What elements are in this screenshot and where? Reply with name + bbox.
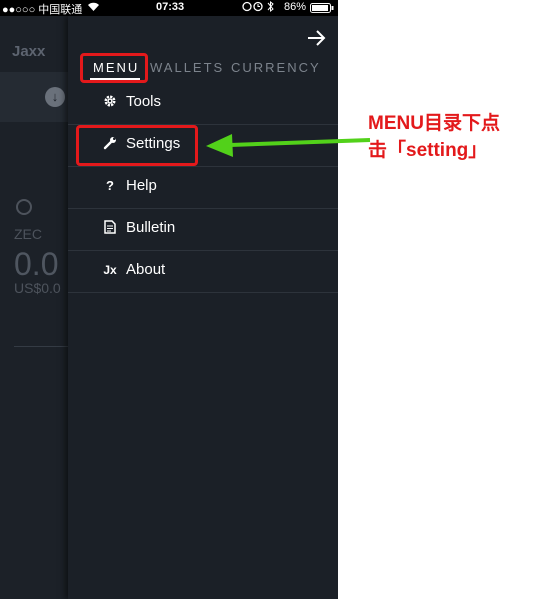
menu-item-tools[interactable]: Tools [68,82,338,125]
menu-item-label: Help [126,177,157,194]
tab-currency[interactable]: CURRENCY [231,60,321,75]
divider [14,346,68,347]
annotation-line-1: MENU目录下点 [368,113,500,134]
wifi-icon [87,1,100,15]
settings-highlight-box [76,125,198,166]
app-logo: Jaxx [12,43,46,60]
status-icons [242,0,278,15]
menu-item-label: About [126,261,166,278]
battery-icon [310,3,334,16]
question-icon: ? [106,178,114,193]
annotation-arrow-icon [206,134,371,157]
status-time: 07:33 [156,1,185,13]
phone-screen: ●●○○○ 中国联通 07:33 86% Jaxx ↓ ZEC 0.0 US$0… [0,0,338,599]
tab-wallets[interactable]: WALLETS [150,60,224,75]
battery-percent: 86% [284,1,307,13]
fiat-balance: US$0.0 [14,280,61,296]
menu-item-label: Tools [126,93,162,110]
menu-item-bulletin[interactable]: Bulletin [68,208,338,251]
status-bar: ●●○○○ 中国联通 07:33 86% [0,0,338,16]
background-wallet-view: Jaxx ↓ ZEC 0.0 US$0.0 [0,16,68,599]
menu-item-label: Bulletin [126,219,176,236]
close-drawer-arrow-icon[interactable] [305,27,327,49]
menu-item-help[interactable]: ? Help [68,166,338,209]
receive-icon: ↓ [45,87,65,107]
coin-circle-icon [16,199,32,215]
jaxx-logo-icon: Jx [103,263,117,277]
document-icon [102,220,118,236]
gear-icon [102,94,118,110]
side-menu-drawer: MENU WALLETS CURRENCY Tools Settings ? H… [68,16,338,599]
annotation-text: MENU目录下点 击「setting」 [368,110,533,164]
coin-ticker: ZEC [14,226,42,242]
carrier-label: ●●○○○ 中国联通 [2,4,83,16]
menu-tab-highlight-box [80,53,148,83]
coin-balance: 0.0 [14,246,59,282]
annotation-line-2: 击「setting」 [368,140,488,161]
menu-item-about[interactable]: Jx About [68,250,338,293]
